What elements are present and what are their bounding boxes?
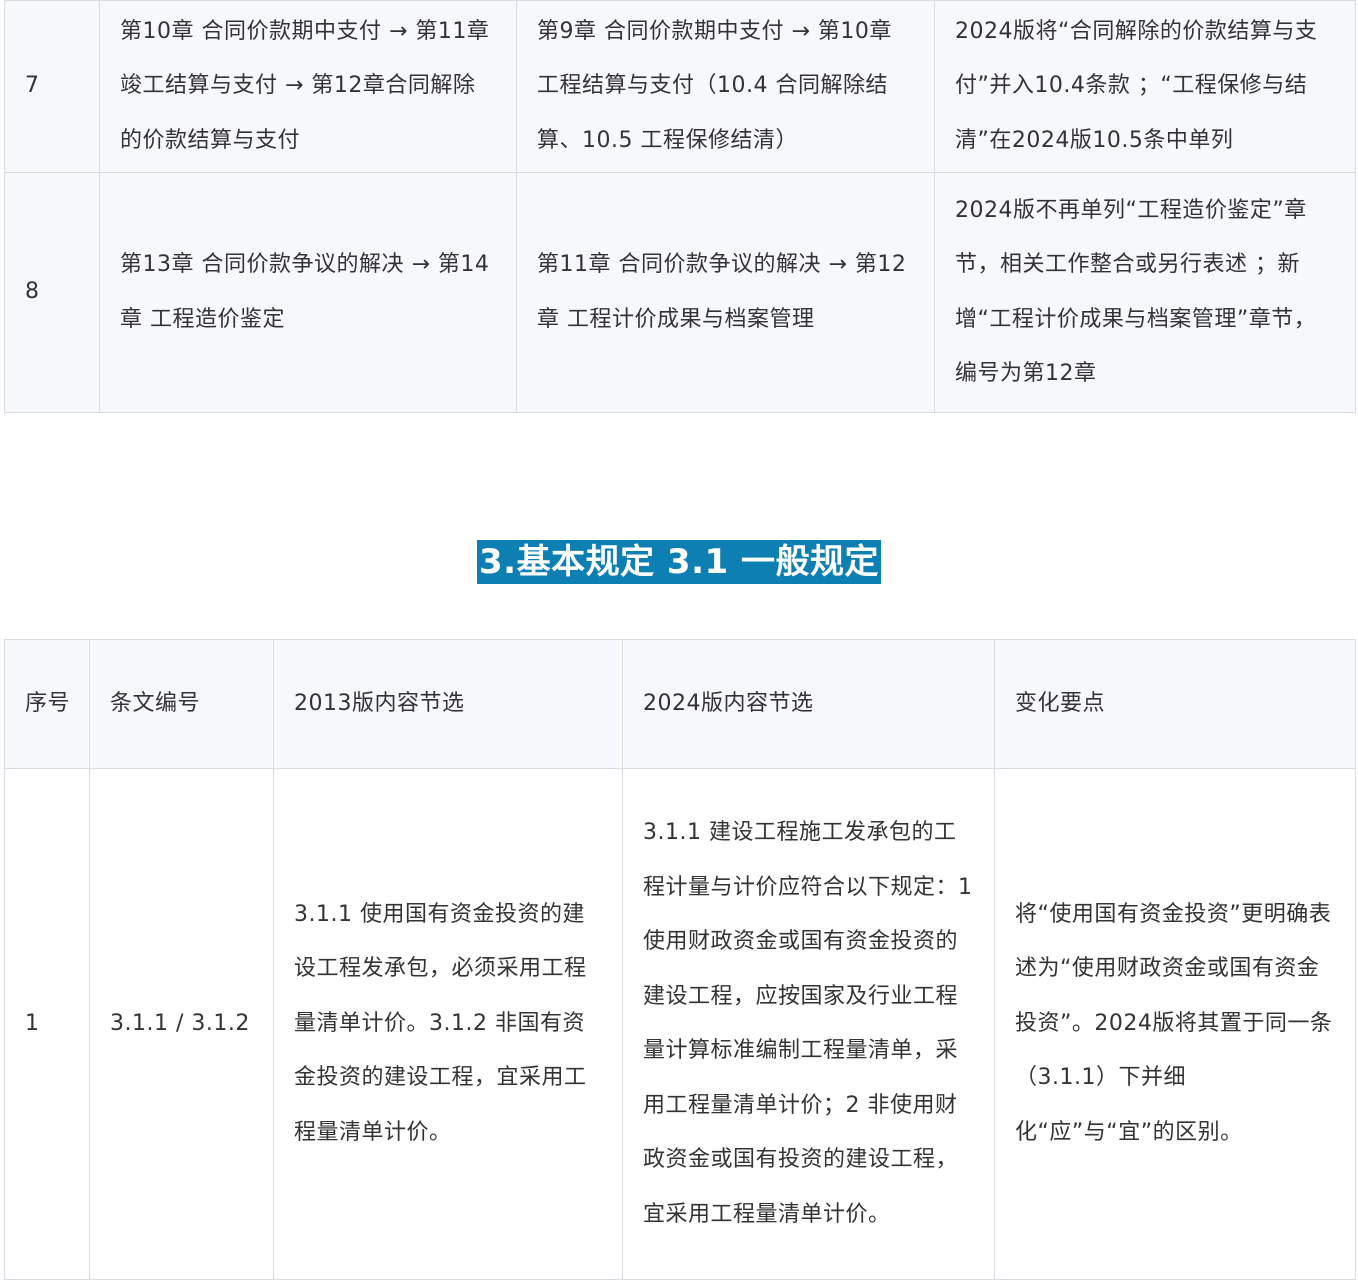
header-2013: 2013版内容节选	[273, 639, 623, 769]
header-clause: 条文编号	[89, 639, 274, 769]
row-number: 1	[4, 768, 90, 1280]
row-number: 7	[4, 0, 100, 173]
provision-comparison-table: 序号 条文编号 2013版内容节选 2024版内容节选 变化要点 1 3.1.1…	[4, 639, 1356, 1280]
table-cell: 第10章 合同价款期中支付 → 第11章 竣工结算与支付 → 第12章合同解除的…	[99, 0, 517, 173]
content-2013-cell: 3.1.1 使用国有资金投资的建设工程发承包，必须采用工程量清单计价。3.1.2…	[273, 768, 623, 1280]
table-cell: 第13章 合同价款争议的解决 → 第14章 工程造价鉴定	[99, 172, 517, 413]
table-cell: 第11章 合同价款争议的解决 → 第12章 工程计价成果与档案管理	[516, 172, 935, 413]
table-row: 1 3.1.1 / 3.1.2 3.1.1 使用国有资金投资的建设工程发承包，必…	[4, 768, 1356, 1280]
row-number: 8	[4, 172, 100, 413]
table-header-row: 序号 条文编号 2013版内容节选 2024版内容节选 变化要点	[4, 639, 1356, 769]
chapter-comparison-table: 7 第10章 合同价款期中支付 → 第11章 竣工结算与支付 → 第12章合同解…	[4, 0, 1356, 413]
table-row: 7 第10章 合同价款期中支付 → 第11章 竣工结算与支付 → 第12章合同解…	[4, 0, 1356, 173]
header-changes: 变化要点	[994, 639, 1356, 769]
table-cell: 2024版不再单列“工程造价鉴定”章节，相关工作整合或另行表述 ；新增“工程计价…	[934, 172, 1356, 413]
section-heading: 3.基本规定 3.1 一般规定	[0, 540, 1358, 584]
table-cell: 2024版将“合同解除的价款结算与支付”并入10.4条款 ；“工程保修与结清”在…	[934, 0, 1356, 173]
clause-number-cell: 3.1.1 / 3.1.2	[89, 768, 274, 1280]
header-seq: 序号	[4, 639, 90, 769]
table-row: 8 第13章 合同价款争议的解决 → 第14章 工程造价鉴定 第11章 合同价款…	[4, 172, 1356, 413]
section-heading-text: 3.基本规定 3.1 一般规定	[477, 540, 881, 584]
header-2024: 2024版内容节选	[622, 639, 995, 769]
table-cell: 第9章 合同价款期中支付 → 第10章 工程结算与支付（10.4 合同解除结算、…	[516, 0, 935, 173]
content-2024-cell: 3.1.1 建设工程施工发承包的工程计量与计价应符合以下规定：1 使用财政资金或…	[622, 768, 995, 1280]
changes-cell: 将“使用国有资金投资”更明确表述为“使用财政资金或国有资金投资”。2024版将其…	[994, 768, 1356, 1280]
